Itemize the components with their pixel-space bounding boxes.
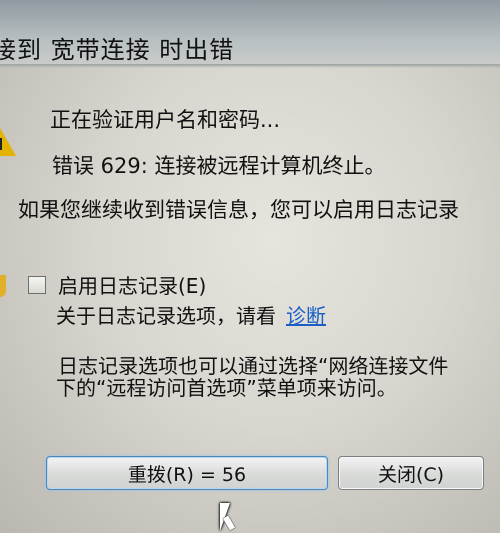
- options-text-line-2: 下的“远程访问首选项”菜单项来访问。: [56, 376, 397, 400]
- dialog-title: 接到 宽带连接 时出错: [0, 36, 235, 64]
- diagnose-link[interactable]: 诊断: [286, 304, 326, 328]
- error-message: 错误 629: 连接被远程计算机终止。: [52, 154, 386, 178]
- enable-logging-label[interactable]: 启用日志记录(E): [58, 270, 206, 299]
- shield-icon: [0, 275, 6, 297]
- title-divider: [0, 64, 500, 68]
- warning-icon: [0, 128, 16, 156]
- enable-logging-checkbox[interactable]: [28, 276, 46, 294]
- logging-about-line: 关于日志记录选项，请看 诊断: [56, 300, 326, 329]
- continue-message: 如果您继续收到错误信息，您可以启用日志记录: [18, 198, 459, 222]
- redial-button[interactable]: 重拨(R) = 56: [46, 456, 328, 490]
- dialog-window: 接到 宽带连接 时出错 正在验证用户名和密码... 错误 629: 连接被远程计…: [0, 0, 500, 533]
- close-button[interactable]: 关闭(C): [338, 456, 484, 490]
- title-bar: 接到 宽带连接 时出错: [0, 0, 500, 66]
- status-text: 正在验证用户名和密码...: [50, 108, 281, 132]
- logging-about-text: 关于日志记录选项，请看: [56, 304, 276, 328]
